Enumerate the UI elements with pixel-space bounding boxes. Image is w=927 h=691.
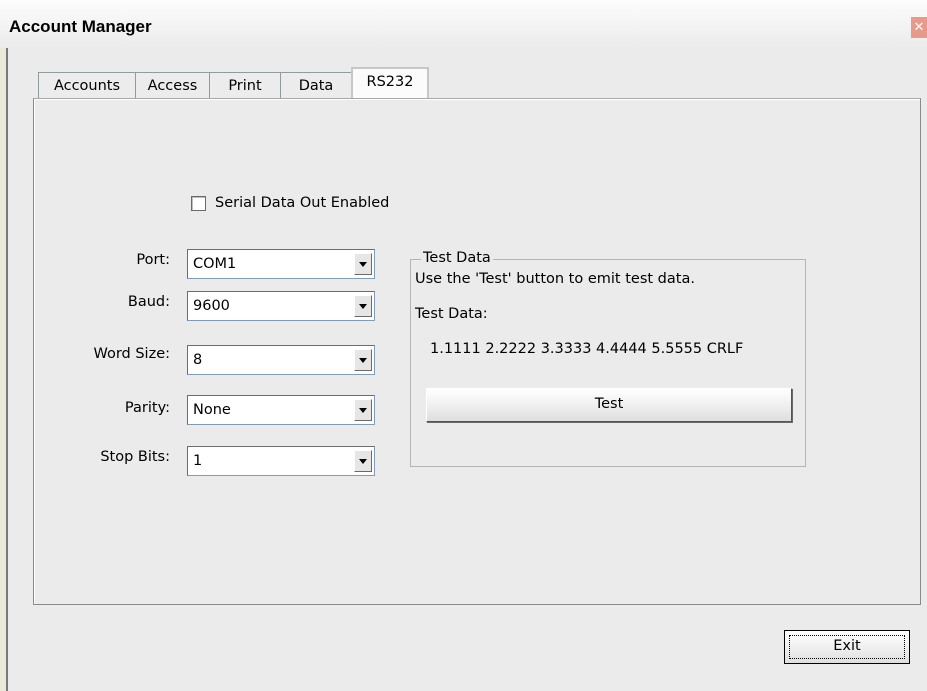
parity-label: Parity: (124, 400, 170, 416)
stop-bits-value: 1 (193, 453, 203, 469)
serial-data-out-checkbox[interactable] (191, 196, 206, 211)
test-data-groupbox: Test Data Use the 'Test' button to emit … (410, 250, 806, 467)
title-bar[interactable]: Account Manager ✕ (0, 0, 927, 48)
exit-label: Exit (833, 638, 861, 654)
stop-bits-select[interactable]: 1 (187, 446, 375, 476)
stop-bits-label: Stop Bits: (100, 449, 170, 465)
tab-data[interactable]: Data (280, 72, 352, 98)
test-data-legend: Test Data (421, 250, 493, 267)
chevron-down-icon[interactable] (354, 450, 372, 472)
test-data-value: 1.1111 2.2222 3.3333 4.4444 5.5555 CRLF (430, 341, 744, 357)
serial-data-out-label: Serial Data Out Enabled (215, 195, 390, 211)
parity-select[interactable]: None (187, 395, 375, 425)
close-icon[interactable]: ✕ (911, 17, 927, 38)
chevron-down-icon[interactable] (354, 349, 372, 371)
word-size-select[interactable]: 8 (187, 345, 375, 375)
rs232-panel: Serial Data Out Enabled Port: COM1 Baud:… (33, 98, 921, 605)
account-manager-window: Account Manager ✕ Accounts Access Print … (0, 0, 927, 691)
tab-print[interactable]: Print (209, 72, 281, 98)
chevron-down-icon[interactable] (354, 253, 372, 275)
tab-accounts[interactable]: Accounts (38, 72, 136, 98)
port-label: Port: (136, 252, 170, 268)
test-instructions: Use the 'Test' button to emit test data. (415, 271, 695, 287)
baud-label: Baud: (127, 294, 170, 310)
parity-value: None (193, 402, 231, 418)
test-data-label: Test Data: (415, 306, 488, 322)
word-size-value: 8 (193, 352, 203, 368)
baud-value: 9600 (193, 298, 230, 314)
word-size-label: Word Size: (93, 346, 170, 362)
port-select[interactable]: COM1 (187, 249, 375, 279)
tab-access[interactable]: Access (135, 72, 210, 98)
client-area: Accounts Access Print Data RS232 Serial … (6, 48, 927, 691)
baud-select[interactable]: 9600 (187, 291, 375, 321)
port-value: COM1 (193, 256, 237, 272)
chevron-down-icon[interactable] (354, 295, 372, 317)
chevron-down-icon[interactable] (354, 399, 372, 421)
test-button[interactable]: Test (426, 388, 792, 422)
window-title: Account Manager (9, 17, 152, 36)
exit-button[interactable]: Exit (784, 630, 910, 664)
tab-rs232[interactable]: RS232 (351, 67, 429, 98)
